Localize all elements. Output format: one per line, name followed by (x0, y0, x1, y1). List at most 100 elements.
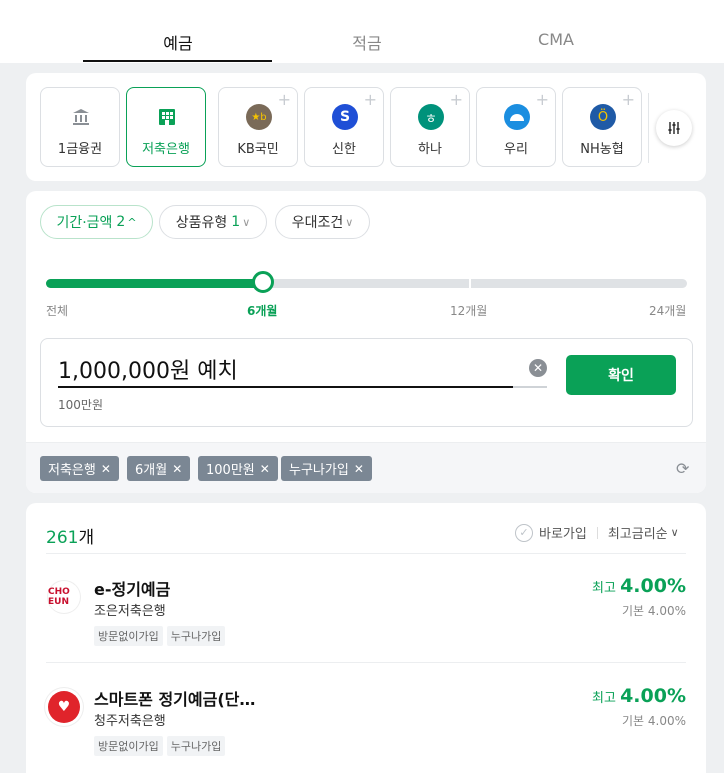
max-rate-value: 4.00% (620, 685, 686, 707)
period-slider-tick (469, 278, 471, 289)
sort-controls: ✓ 바로가입 최고금리순 ∨ (515, 523, 679, 542)
max-rate: 최고 4.00% (592, 685, 686, 707)
product-tags: 방문없이가입 누구나가입 (94, 736, 226, 756)
plus-icon: + (363, 90, 377, 109)
bank-chip-hana[interactable]: ㅎ 하나 + (390, 87, 470, 167)
close-icon[interactable]: ✕ (260, 462, 270, 476)
filter-period-amount[interactable]: 기간·금액 2 ^ (40, 205, 153, 239)
filter-count: 2 (116, 214, 126, 230)
bank-chip-nh[interactable]: Ö NH농협 + (562, 87, 642, 167)
confirm-button[interactable]: 확인 (566, 355, 676, 395)
applied-tag[interactable]: 6개월 ✕ (127, 456, 191, 481)
product-tag: 누구나가입 (166, 626, 226, 646)
bank-chip-savings-bank[interactable]: 저축은행 (126, 87, 206, 167)
bank-chip-kb[interactable]: ★b KB국민 + (218, 87, 298, 167)
results-card: 261개 ✓ 바로가입 최고금리순 ∨ CHO EUN e-정기예금 조은저축은… (26, 503, 706, 773)
bank-filter-card: 1금융권 저축은행 ★b KB국민 + S 신한 + ㅎ 하나 + 우리 + Ö… (26, 73, 706, 181)
sort-separator (596, 526, 598, 539)
amount-input-box: 1,000,000원 예치 ✕ 100만원 확인 (40, 338, 693, 427)
max-rate-prefix: 최고 (592, 581, 616, 596)
nh-logo-icon: Ö (590, 104, 616, 130)
applied-tag-label: 6개월 (135, 463, 168, 478)
bank-chip-tier1[interactable]: 1금융권 (40, 87, 120, 167)
product-tabs: 예금 적금 CMA (0, 0, 724, 63)
applied-tag[interactable]: 저축은행 ✕ (40, 456, 119, 481)
bank-chip-label: 신한 (332, 142, 356, 157)
close-icon[interactable]: ✕ (354, 462, 364, 476)
product-tag: 방문없이가입 (94, 626, 163, 646)
max-rate-value: 4.00% (620, 575, 686, 597)
period-label-24m[interactable]: 24개월 (649, 302, 686, 319)
bank-chip-woori[interactable]: 우리 + (476, 87, 556, 167)
bank-building-icon (68, 104, 94, 130)
applied-tag-label: 100만원 (206, 463, 255, 478)
bank-name: 조은저축은행 (94, 604, 166, 619)
period-slider-handle[interactable] (252, 271, 274, 293)
chevron-down-icon: ∨ (345, 215, 354, 229)
chip-divider (648, 93, 649, 163)
period-amount-card: 기간·금액 2 ^ 상품유형 1 ∨ 우대조건 ∨ 전체 6개월 12개월 24… (26, 191, 706, 493)
savings-bank-icon (154, 104, 180, 130)
tab-deposit[interactable]: 예금 (83, 30, 273, 54)
product-tag: 누구나가입 (166, 736, 226, 756)
result-count: 261개 (46, 523, 94, 548)
list-item[interactable]: ♥ 스마트폰 정기예금(단… 청주저축은행 방문없이가입 누구나가입 최고 4.… (26, 683, 706, 773)
bank-chip-label: 우리 (504, 142, 528, 157)
result-count-suffix: 개 (78, 528, 95, 548)
filter-preferential[interactable]: 우대조건 ∨ (275, 205, 370, 239)
bank-chip-label: NH농협 (580, 142, 624, 157)
result-count-number: 261 (46, 528, 79, 548)
close-icon[interactable]: ✕ (101, 462, 111, 476)
sort-dropdown[interactable]: 최고금리순 (608, 523, 668, 542)
filter-label: 우대조건 (291, 215, 344, 231)
refresh-icon[interactable]: ⟳ (676, 459, 689, 478)
tab-savings[interactable]: 적금 (272, 30, 462, 54)
filter-count: 1 (231, 214, 241, 230)
active-tab-underline (83, 60, 272, 62)
applied-tag[interactable]: 누구나가입 ✕ (281, 456, 372, 481)
chevron-down-icon: ∨ (242, 215, 251, 229)
period-label-6m[interactable]: 6개월 (247, 302, 277, 319)
bank-chip-label: 저축은행 (142, 142, 190, 157)
bank-chip-label: 1금융권 (57, 142, 103, 157)
bank-chip-shinhan[interactable]: S 신한 + (304, 87, 384, 167)
list-item[interactable]: CHO EUN e-정기예금 조은저축은행 방문없이가입 누구나가입 최고 4.… (26, 573, 706, 683)
max-rate: 최고 4.00% (592, 575, 686, 597)
product-tag: 방문없이가입 (94, 736, 163, 756)
filter-label: 기간·금액 (56, 215, 113, 231)
period-label-all[interactable]: 전체 (46, 302, 68, 319)
base-rate: 기본 4.00% (621, 714, 686, 728)
item-divider (46, 662, 686, 663)
applied-tag[interactable]: 100만원 ✕ (198, 456, 278, 481)
amount-input[interactable]: 1,000,000원 예치 (58, 353, 238, 385)
plus-icon: + (277, 90, 291, 109)
filter-product-type[interactable]: 상품유형 1 ∨ (159, 205, 267, 239)
period-slider-fill (46, 279, 264, 288)
amount-underline-tail (513, 386, 547, 388)
woori-logo-icon (504, 104, 530, 130)
kb-logo-icon: ★b (246, 104, 272, 130)
close-icon[interactable]: ✕ (172, 462, 182, 476)
chevron-down-icon: ∨ (670, 526, 679, 539)
applied-tag-label: 저축은행 (48, 463, 96, 478)
period-label-12m[interactable]: 12개월 (450, 302, 487, 319)
direct-join-toggle[interactable]: 바로가입 (539, 523, 587, 542)
sliders-icon (668, 122, 680, 134)
tab-cma[interactable]: CMA (461, 30, 651, 49)
product-name[interactable]: 스마트폰 정기예금(단… (94, 686, 255, 710)
results-divider (46, 553, 686, 554)
bank-name: 청주저축은행 (94, 714, 166, 729)
cheongju-logo-icon: ♥ (48, 691, 80, 723)
clear-icon[interactable]: ✕ (529, 359, 547, 377)
bank-chip-label: 하나 (418, 142, 442, 157)
amount-underline (58, 386, 513, 388)
check-icon[interactable]: ✓ (515, 523, 533, 542)
filter-label: 상품유형 (175, 215, 228, 231)
filter-settings-button[interactable] (656, 110, 692, 146)
product-tags: 방문없이가입 누구나가입 (94, 626, 226, 646)
hana-logo-icon: ㅎ (418, 104, 444, 130)
choeun-logo-icon: CHO EUN (48, 581, 80, 613)
chevron-up-icon: ^ (127, 215, 137, 229)
product-name[interactable]: e-정기예금 (94, 576, 170, 600)
plus-icon: + (621, 90, 635, 109)
